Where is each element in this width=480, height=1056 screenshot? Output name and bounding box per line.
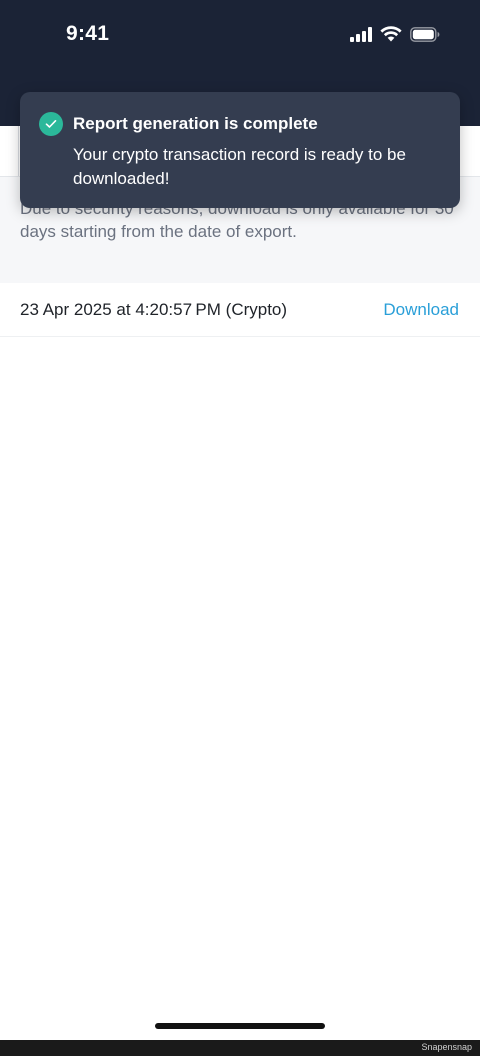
download-button[interactable]: Download <box>383 300 459 320</box>
cellular-signal-icon <box>350 26 372 42</box>
tab-left-edge <box>0 126 19 176</box>
app-screen: 9:41 Due to security reasons, download i… <box>0 0 480 1040</box>
export-row-label: 23 Apr 2025 at 4:20:57 PM (Crypto) <box>20 300 288 319</box>
watermark-bar: Snapensnap <box>0 1040 480 1056</box>
check-circle-icon <box>39 112 63 136</box>
home-indicator[interactable] <box>155 1023 325 1029</box>
report-complete-toast[interactable]: Report generation is complete Your crypt… <box>20 92 460 208</box>
wifi-icon <box>380 26 402 42</box>
toast-message: Your crypto transaction record is ready … <box>73 145 406 188</box>
export-row: 23 Apr 2025 at 4:20:57 PM (Crypto) Downl… <box>0 283 480 337</box>
status-icons <box>350 26 440 42</box>
battery-icon <box>410 26 440 42</box>
status-time: 9:41 <box>66 22 110 45</box>
toast-title: Report generation is complete <box>73 114 318 133</box>
watermark-text: Snapensnap <box>421 1042 472 1052</box>
